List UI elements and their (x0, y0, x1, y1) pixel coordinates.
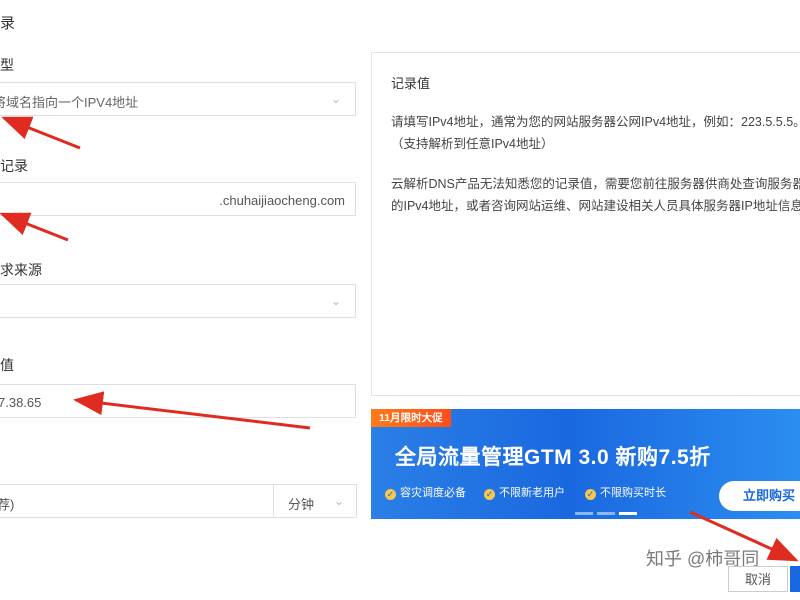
arrow-to-type (1, 116, 81, 150)
annotation-arrows (0, 116, 799, 562)
arrow-to-confirm (689, 510, 799, 562)
arrow-to-value (73, 391, 311, 430)
arrow-to-host (0, 212, 69, 242)
